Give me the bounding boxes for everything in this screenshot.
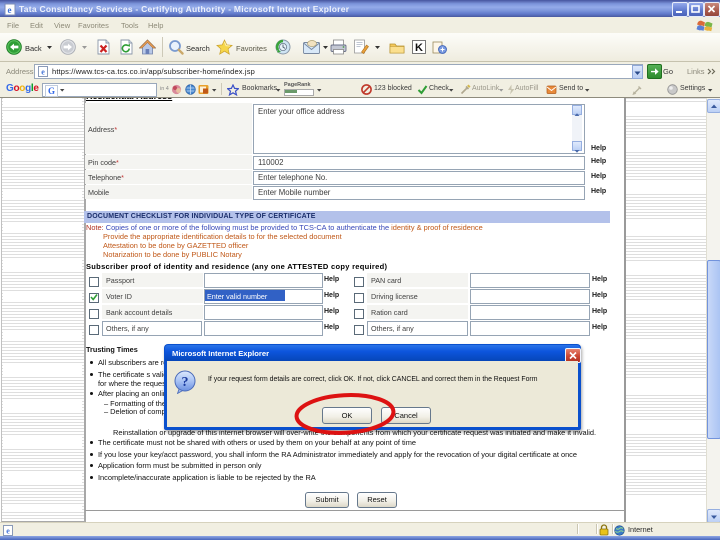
svg-text:e: e	[8, 5, 12, 15]
svg-text:K: K	[415, 42, 423, 54]
svg-text:?: ?	[182, 375, 189, 390]
svg-text:e: e	[6, 527, 10, 536]
svg-text:e: e	[41, 68, 45, 77]
